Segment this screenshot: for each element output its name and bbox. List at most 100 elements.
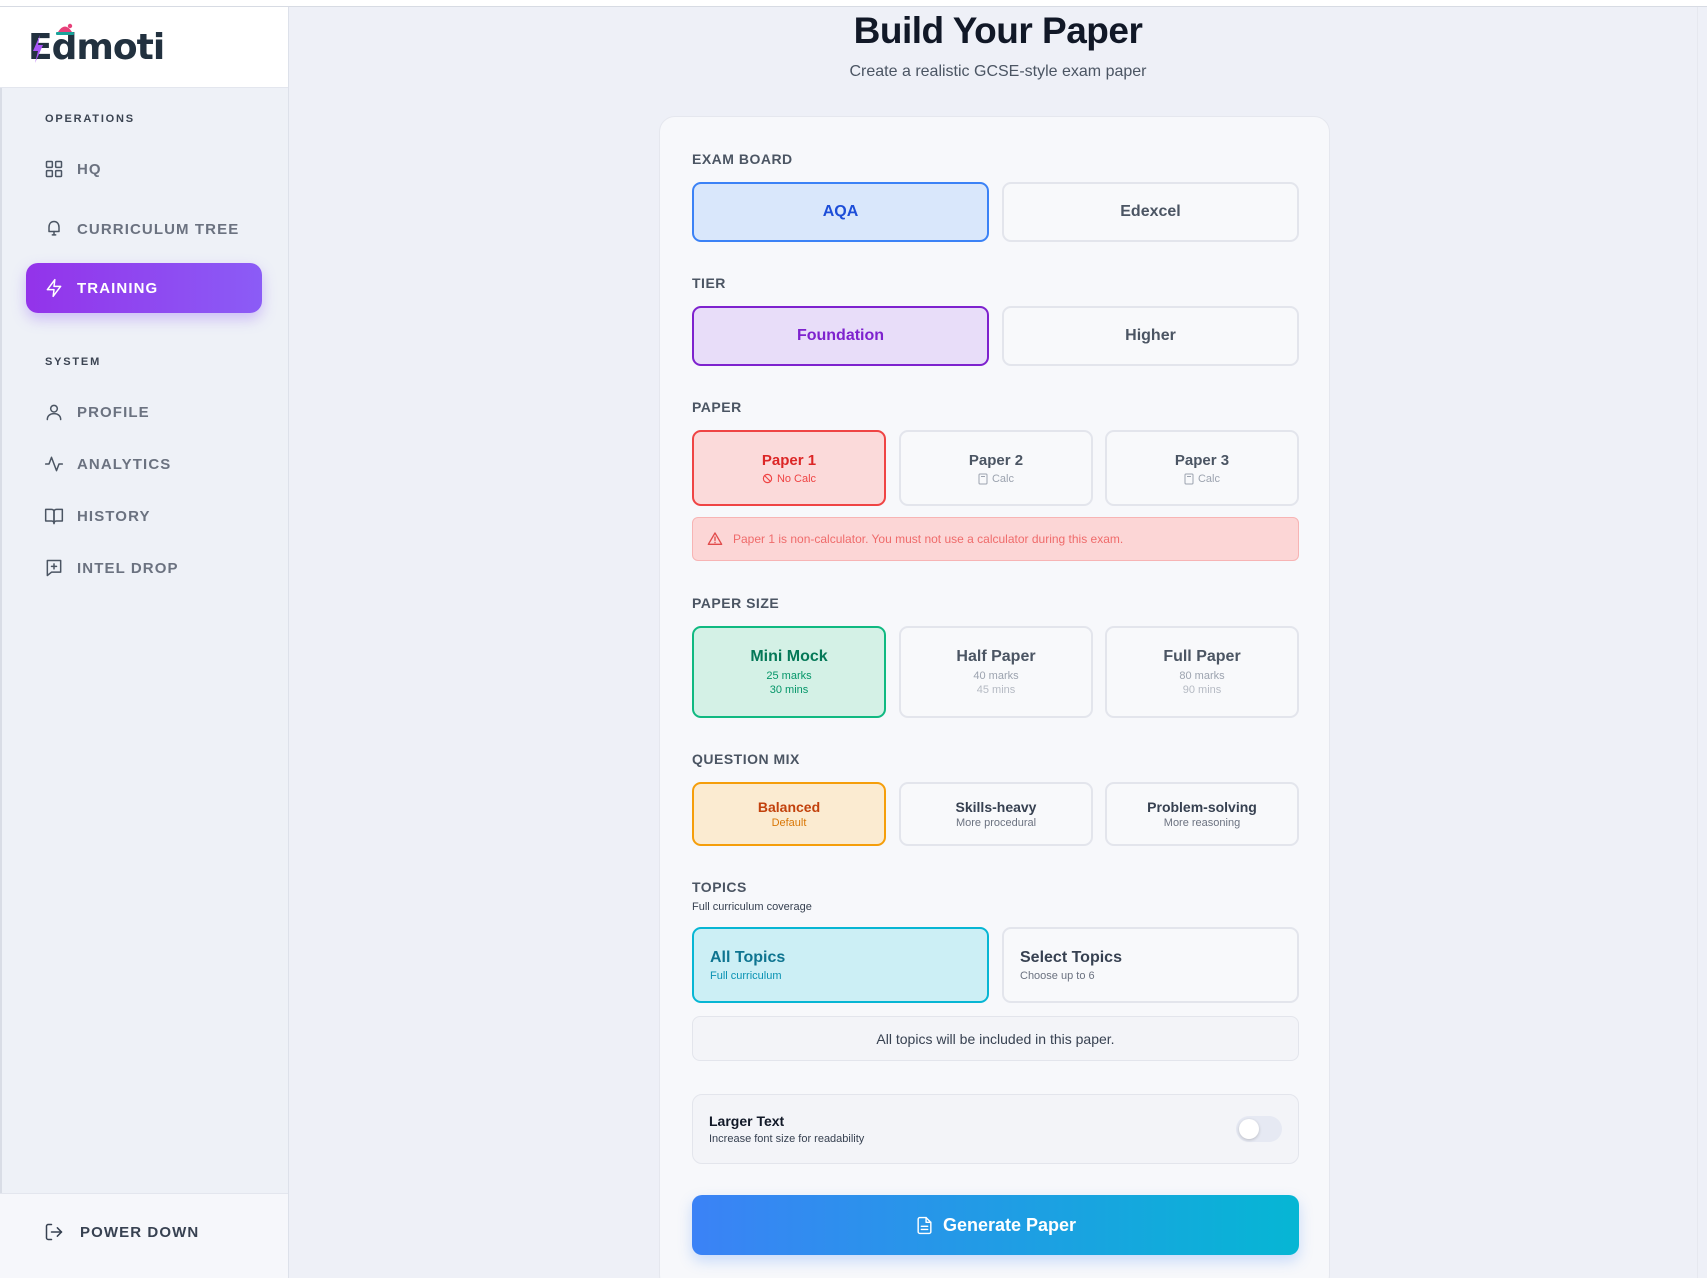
page-title: Build Your Paper xyxy=(853,10,1143,51)
option-title: Problem-solving xyxy=(1147,799,1257,815)
activity-icon xyxy=(44,456,64,472)
exam-board-edexcel[interactable]: Edexcel xyxy=(1002,182,1299,242)
sidebar-item-label: ANALYTICS xyxy=(77,455,172,473)
power-down-button[interactable]: POWER DOWN xyxy=(44,1222,199,1242)
option-time: 90 mins xyxy=(1182,684,1222,696)
option-title: Skills-heavy xyxy=(955,799,1037,815)
paper-builder-card: EXAM BOARD AQA Edexcel TIER Foundation H… xyxy=(659,116,1330,1278)
option-title: Half Paper xyxy=(956,648,1036,665)
option-subtitle: Calc xyxy=(991,472,1014,485)
sidebar-item-label: HISTORY xyxy=(77,507,151,525)
option-title: Full Paper xyxy=(1163,648,1241,665)
topics-info: All topics will be included in this pape… xyxy=(692,1016,1299,1061)
option-title: Edexcel xyxy=(1120,203,1181,220)
logout-icon xyxy=(45,1223,63,1241)
sidebar-item-profile[interactable]: PROFILE xyxy=(26,387,262,437)
option-title: Paper 1 xyxy=(761,451,817,469)
scrollbar[interactable] xyxy=(1697,7,1707,1278)
grid-icon xyxy=(45,160,63,178)
option-title: Paper 3 xyxy=(1174,451,1230,469)
larger-text-setting: Larger Text Increase font size for reada… xyxy=(692,1094,1299,1164)
option-marks: 25 marks xyxy=(766,670,812,682)
larger-text-title: Larger Text xyxy=(709,1113,785,1129)
tier-higher[interactable]: Higher xyxy=(1002,306,1299,366)
option-title: All Topics xyxy=(710,948,786,966)
message-plus-icon xyxy=(46,559,62,577)
tier-label: TIER xyxy=(692,275,726,291)
non-calculator-warning: Paper 1 is non-calculator. You must not … xyxy=(692,517,1299,561)
tier-foundation[interactable]: Foundation xyxy=(692,306,989,366)
option-subtitle: No Calc xyxy=(776,472,817,485)
paper-2-option[interactable]: Paper 2 Calc xyxy=(899,430,1093,506)
paper-size-half-paper[interactable]: Half Paper 40 marks 45 mins xyxy=(899,626,1093,718)
option-subtitle: More procedural xyxy=(955,817,1037,829)
generate-paper-label: Generate Paper xyxy=(942,1214,1077,1235)
paper-label: PAPER xyxy=(692,399,742,415)
document-icon xyxy=(917,1216,932,1234)
option-title: Select Topics xyxy=(1020,948,1122,966)
brand-name: Edmoti xyxy=(28,26,165,68)
option-subtitle: Choose up to 6 xyxy=(1020,969,1095,982)
sidebar-item-label: CURRICULUM TREE xyxy=(77,220,240,238)
option-time: 30 mins xyxy=(769,684,809,696)
brand-logo: Edmoti xyxy=(28,23,165,68)
option-time: 45 mins xyxy=(976,684,1016,696)
sidebar: Edmoti OPERATIONS HQ CURRICULUM TREE TRA… xyxy=(0,7,289,1278)
option-subtitle: Calc xyxy=(1197,472,1220,485)
generate-paper-button[interactable]: Generate Paper xyxy=(692,1195,1299,1255)
sidebar-footer: POWER DOWN xyxy=(0,1193,288,1278)
no-calc-icon xyxy=(762,473,773,484)
logo[interactable]: Edmoti xyxy=(0,7,288,88)
sidebar-item-intel-drop[interactable]: INTEL DROP xyxy=(26,543,262,593)
page-subtitle: Create a realistic GCSE-style exam paper xyxy=(849,63,1147,80)
question-mix-skills-heavy[interactable]: Skills-heavy More procedural xyxy=(899,782,1093,846)
topics-label: TOPICS xyxy=(692,879,747,895)
option-subtitle: Full curriculum xyxy=(710,969,782,982)
section-operations: OPERATIONS xyxy=(45,113,135,125)
question-mix-problem-solving[interactable]: Problem-solving More reasoning xyxy=(1105,782,1299,846)
question-mix-balanced[interactable]: Balanced Default xyxy=(692,782,886,846)
lightning-icon xyxy=(46,278,62,298)
paper-size-full-paper[interactable]: Full Paper 80 marks 90 mins xyxy=(1105,626,1299,718)
paper-size-label: PAPER SIZE xyxy=(692,595,780,611)
warning-text: Paper 1 is non-calculator. You must not … xyxy=(733,532,1124,546)
option-title: Paper 2 xyxy=(968,451,1024,469)
topics-all[interactable]: All Topics Full curriculum xyxy=(692,927,989,1003)
power-down-label: POWER DOWN xyxy=(80,1223,200,1241)
topics-select[interactable]: Select Topics Choose up to 6 xyxy=(1002,927,1299,1003)
option-subtitle: Default xyxy=(771,817,807,829)
option-title: Higher xyxy=(1125,327,1176,344)
topics-sublabel: Full curriculum coverage xyxy=(692,901,812,913)
option-title: Balanced xyxy=(757,799,821,815)
paper-1-option[interactable]: Paper 1 No Calc xyxy=(692,430,886,506)
paper-size-mini-mock[interactable]: Mini Mock 25 marks 30 mins xyxy=(692,626,886,718)
bolt-icon xyxy=(33,34,43,63)
option-subtitle: More reasoning xyxy=(1163,817,1241,829)
sidebar-item-label: TRAINING xyxy=(77,279,159,297)
book-icon xyxy=(44,508,64,525)
option-title: Mini Mock xyxy=(750,648,828,665)
exam-board-label: EXAM BOARD xyxy=(692,151,793,167)
sidebar-item-hq[interactable]: HQ xyxy=(26,144,262,194)
sidebar-item-history[interactable]: HISTORY xyxy=(26,491,262,541)
section-system: SYSTEM xyxy=(45,356,102,368)
option-title: Foundation xyxy=(796,327,885,344)
option-title: AQA xyxy=(822,203,859,220)
exam-board-aqa[interactable]: AQA xyxy=(692,182,989,242)
sidebar-item-label: PROFILE xyxy=(77,403,150,421)
sidebar-item-curriculum-tree[interactable]: CURRICULUM TREE xyxy=(26,204,262,254)
calculator-icon xyxy=(978,473,988,484)
larger-text-toggle[interactable] xyxy=(1236,1116,1282,1142)
calculator-icon xyxy=(1184,473,1194,484)
sidebar-item-training[interactable]: TRAINING xyxy=(26,263,262,313)
question-mix-label: QUESTION MIX xyxy=(692,751,800,767)
sidebar-item-label: HQ xyxy=(77,160,102,178)
toggle-knob xyxy=(1239,1119,1259,1139)
sidebar-item-label: INTEL DROP xyxy=(77,559,179,577)
hat-icon xyxy=(56,23,74,35)
tree-icon xyxy=(48,220,60,236)
paper-3-option[interactable]: Paper 3 Calc xyxy=(1105,430,1299,506)
sidebar-item-analytics[interactable]: ANALYTICS xyxy=(26,439,262,489)
larger-text-description: Increase font size for readability xyxy=(709,1133,865,1145)
user-icon xyxy=(46,404,62,421)
